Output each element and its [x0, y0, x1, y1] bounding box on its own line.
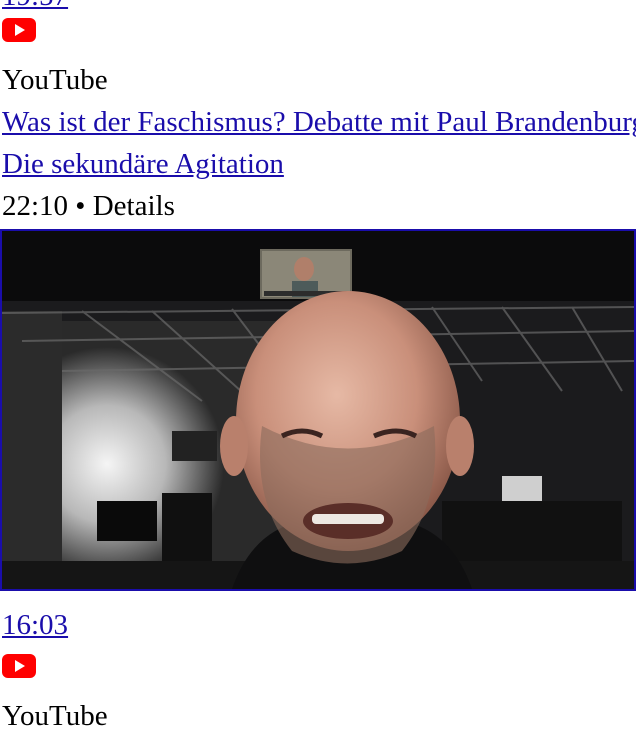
video-title-link[interactable]: Was ist der Faschismus? Debatte mit Paul…	[2, 104, 636, 140]
play-icon	[15, 24, 25, 36]
video-meta: 22:10 • Details	[2, 190, 175, 222]
video-duration-link[interactable]: 16:03	[2, 607, 68, 643]
source-label: YouTube	[2, 700, 108, 732]
source-label: YouTube	[2, 64, 108, 96]
previous-duration-link[interactable]: 19:57	[2, 0, 68, 13]
youtube-logo-icon	[2, 654, 36, 678]
youtube-logo-icon	[2, 18, 36, 42]
video-thumbnail[interactable]	[0, 229, 636, 591]
play-icon	[15, 660, 25, 672]
thumbnail-image	[2, 231, 634, 589]
channel-link[interactable]: Die sekundäre Agitation	[2, 146, 284, 182]
